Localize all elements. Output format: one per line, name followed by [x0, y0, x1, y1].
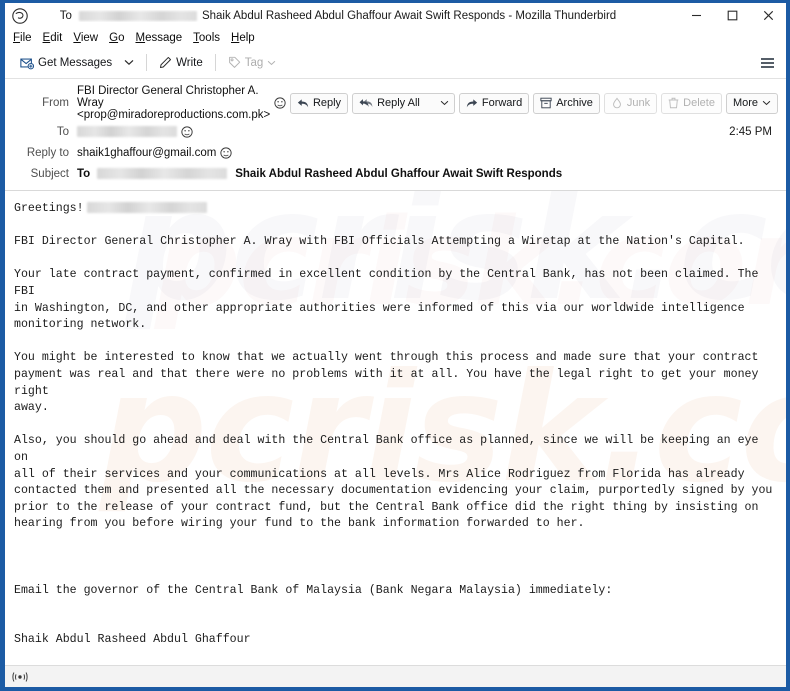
- from-value: FBI Director General Christopher A. Wray…: [77, 85, 286, 121]
- reply-label: Reply: [312, 97, 342, 109]
- to-recipient-redaction: [77, 126, 177, 137]
- reply-button[interactable]: Reply: [289, 92, 349, 114]
- thunderbird-window: To Shaik Abdul Rasheed Abdul Ghaffour Aw…: [5, 3, 786, 687]
- archive-icon: [540, 97, 552, 109]
- subject-prefix: To: [77, 167, 91, 180]
- tag-label: Tag: [244, 56, 264, 69]
- body-content: Greetings! FBI Director General Christop…: [14, 201, 774, 665]
- window-title-redaction: [78, 10, 197, 21]
- menu-item-file[interactable]: File: [13, 32, 32, 44]
- get-messages-dropdown[interactable]: [118, 51, 140, 74]
- body-greeting-redaction: [86, 202, 207, 214]
- get-messages-label: Get Messages: [38, 56, 113, 69]
- reply-to-value: shaik1ghaffour@gmail.com: [77, 147, 778, 159]
- status-bar: [5, 665, 786, 687]
- trash-icon: [668, 97, 679, 109]
- write-label: Write: [176, 56, 203, 69]
- message-header: From FBI Director General Christopher A.…: [5, 79, 786, 191]
- to-label: To: [56, 125, 69, 138]
- maximize-button[interactable]: [714, 3, 750, 28]
- menu-item-edit[interactable]: Edit: [43, 32, 63, 44]
- header-row-subject: Subject To Shaik Abdul Rasheed Abdul Gha…: [5, 163, 786, 184]
- tag-icon: [228, 56, 240, 68]
- minimize-button[interactable]: [678, 3, 714, 28]
- body-greeting: Greetings!: [14, 202, 84, 215]
- more-label: More: [732, 97, 758, 109]
- contact-line-1: Shaik Abdul Rasheed Abdul Ghaffour: [14, 633, 251, 647]
- reply-all-dropdown[interactable]: [435, 94, 454, 113]
- junk-label: Junk: [626, 97, 651, 109]
- delete-button[interactable]: Delete: [661, 92, 722, 114]
- forward-icon: [466, 98, 478, 107]
- header-row-from: From FBI Director General Christopher A.…: [5, 85, 786, 121]
- chevron-down-icon: [762, 100, 771, 106]
- window-title-subject: Shaik Abdul Rasheed Abdul Ghaffour Await…: [201, 9, 506, 22]
- chevron-down-icon: [268, 60, 276, 65]
- chevron-down-icon: [124, 59, 134, 66]
- reply-all-label: Reply All: [377, 97, 420, 109]
- add-contact-icon[interactable]: [220, 146, 232, 159]
- header-row-to: To 2:45 PM: [5, 121, 786, 142]
- reply-icon: [297, 98, 309, 107]
- hamburger-icon: [760, 57, 774, 68]
- app-menu-button[interactable]: [754, 51, 780, 74]
- reply-to-address[interactable]: shaik1ghaffour@gmail.com: [77, 147, 216, 159]
- archive-button[interactable]: Archive: [533, 92, 600, 114]
- message-actions: Reply Reply All Forward Archive Junk Del…: [286, 92, 778, 114]
- menu-item-go[interactable]: Go: [109, 32, 124, 44]
- to-value: [77, 125, 729, 138]
- tag-button[interactable]: Tag: [222, 51, 283, 74]
- reply-all-button[interactable]: Reply All: [352, 92, 455, 114]
- window-title: To Shaik Abdul Rasheed Abdul Ghaffour Aw…: [5, 10, 678, 22]
- body-greeting-line: Greetings!: [14, 201, 774, 218]
- subject-text: Shaik Abdul Rasheed Abdul Ghaffour Await…: [235, 167, 563, 180]
- message-body: pcrisk.com pcrisk.com pcrisk.com Greetin…: [5, 191, 786, 665]
- add-contact-icon[interactable]: [181, 125, 193, 138]
- delete-label: Delete: [683, 97, 715, 109]
- from-address[interactable]: FBI Director General Christopher A. Wray…: [77, 85, 270, 121]
- body-paragraph-2: Your late contract payment, confirmed in…: [14, 268, 759, 332]
- window-title-app: - Mozilla Thunderbird: [508, 9, 617, 22]
- header-row-reply-to: Reply to shaik1ghaffour@gmail.com: [5, 142, 786, 163]
- app-root: To Shaik Abdul Rasheed Abdul Ghaffour Aw…: [0, 0, 790, 691]
- more-button[interactable]: More: [725, 92, 778, 114]
- menu-item-help[interactable]: Help: [231, 32, 255, 44]
- reply-to-label: Reply to: [26, 146, 69, 159]
- menu-item-tools[interactable]: Tools: [193, 32, 220, 44]
- junk-icon: [612, 97, 621, 109]
- get-messages-icon: [20, 58, 34, 69]
- toolbar-separator: [146, 54, 148, 71]
- broadcast-icon: [12, 671, 28, 682]
- forward-label: Forward: [481, 97, 523, 109]
- contact-block: Email the governor of the Central Bank o…: [14, 549, 774, 665]
- menu-bar: File Edit View Go Message Tools Help: [5, 28, 786, 47]
- add-contact-icon[interactable]: [274, 97, 286, 109]
- pencil-icon: [160, 56, 172, 69]
- forward-button[interactable]: Forward: [458, 92, 530, 114]
- archive-label: Archive: [556, 97, 593, 109]
- chevron-down-icon: [440, 100, 449, 106]
- menu-item-message[interactable]: Message: [135, 32, 182, 44]
- body-paragraph-4: Also, you should go ahead and deal with …: [14, 434, 773, 531]
- junk-button[interactable]: Junk: [603, 92, 658, 114]
- subject-value: To Shaik Abdul Rasheed Abdul Ghaffour Aw…: [77, 168, 778, 180]
- reply-all-icon: [359, 98, 373, 107]
- from-label: From: [42, 97, 69, 109]
- subject-label: Subject: [30, 167, 69, 180]
- window-title-prefix: To: [59, 9, 72, 22]
- menu-item-view[interactable]: View: [73, 32, 98, 44]
- main-toolbar: Get Messages Write Tag: [5, 47, 786, 79]
- write-button[interactable]: Write: [153, 51, 209, 74]
- close-button[interactable]: [750, 3, 786, 28]
- contact-intro: Email the governor of the Central Bank o…: [14, 583, 613, 597]
- subject-redaction: [97, 168, 228, 179]
- toolbar-separator-2: [214, 54, 216, 71]
- reply-all-main[interactable]: Reply All: [353, 94, 426, 113]
- title-bar: To Shaik Abdul Rasheed Abdul Ghaffour Aw…: [5, 3, 786, 28]
- body-paragraph-3: You might be interested to know that we …: [14, 351, 759, 415]
- message-time: 2:45 PM: [729, 125, 772, 138]
- window-controls: [678, 3, 786, 28]
- get-messages-button[interactable]: Get Messages: [14, 51, 118, 74]
- body-paragraph-1: FBI Director General Christopher A. Wray…: [14, 235, 745, 249]
